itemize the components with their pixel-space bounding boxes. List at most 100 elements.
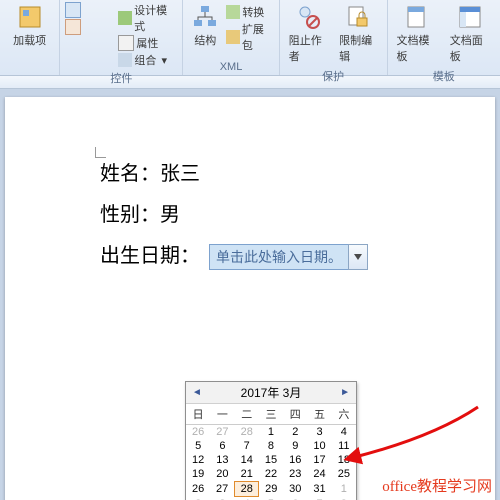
group-button[interactable]: 组合 ▾ xyxy=(118,52,177,68)
group-label-protect: 保护 xyxy=(322,66,344,84)
line-name: 姓名：张三 xyxy=(100,157,495,186)
block-authors-button[interactable]: 阻止作者 xyxy=(285,2,331,66)
calendar-day[interactable]: 12 xyxy=(186,453,210,467)
restrict-editing-button[interactable]: 限制编辑 xyxy=(335,2,381,66)
calendar-day[interactable]: 28 xyxy=(235,425,259,440)
calendar-day[interactable]: 27 xyxy=(210,482,234,497)
calendar-day[interactable]: 3 xyxy=(210,497,234,500)
calendar-day[interactable]: 9 xyxy=(283,439,307,453)
calendar-weekday: 五 xyxy=(307,404,331,425)
date-dropdown-button[interactable] xyxy=(348,244,368,270)
transform-button[interactable]: 转换 xyxy=(226,4,273,20)
ribbon-group-controls: 设计模式 属性 组合 ▾ 控件 xyxy=(60,0,183,75)
expansion-icon xyxy=(226,30,240,44)
calendar-grid: 日一二三四五六 26272812345678910111213141516171… xyxy=(186,404,356,500)
calendar-day[interactable]: 6 xyxy=(210,439,234,453)
calendar-day[interactable]: 22 xyxy=(259,467,283,482)
calendar-day[interactable]: 8 xyxy=(259,439,283,453)
calendar-day[interactable]: 15 xyxy=(259,453,283,467)
ribbon-group-xml: 结构 转换 扩展包 XML xyxy=(183,0,279,75)
calendar-day[interactable]: 8 xyxy=(332,497,356,500)
calendar-day[interactable]: 7 xyxy=(235,439,259,453)
structure-button[interactable]: 结构 xyxy=(188,2,222,50)
group-label-templates: 模板 xyxy=(433,66,455,84)
calendar-weekday: 四 xyxy=(283,404,307,425)
ribbon: 加载项 设计模式 属性 组合 ▾ 控件 结构 转换 扩展包 XML xyxy=(0,0,500,76)
structure-icon xyxy=(192,4,218,30)
calendar-day[interactable]: 26 xyxy=(186,482,210,497)
line-gender: 性别：男 xyxy=(100,198,495,227)
line-birthdate: 出生日期： 单击此处输入日期。 xyxy=(100,239,495,270)
calendar-day[interactable]: 1 xyxy=(259,425,283,440)
doc-panel-button[interactable]: 文档面板 xyxy=(446,2,495,66)
calendar-weekday: 一 xyxy=(210,404,234,425)
calendar-day[interactable]: 6 xyxy=(283,497,307,500)
restrict-icon xyxy=(345,4,371,30)
addins-label: 加载项 xyxy=(13,32,46,48)
calendar-day[interactable]: 25 xyxy=(332,467,356,482)
calendar-day[interactable]: 2 xyxy=(186,497,210,500)
calendar-day[interactable]: 13 xyxy=(210,453,234,467)
page-margin-corner xyxy=(95,147,106,158)
calendar-day[interactable]: 4 xyxy=(235,497,259,500)
design-mode-button[interactable]: 设计模式 xyxy=(118,2,177,34)
addins-button[interactable]: 加载项 xyxy=(9,2,50,50)
date-content-control[interactable]: 单击此处输入日期。 xyxy=(209,244,368,270)
combo-icon xyxy=(65,19,81,35)
calendar-day[interactable]: 7 xyxy=(307,497,331,500)
properties-button[interactable]: 属性 xyxy=(118,35,177,51)
calendar-day[interactable]: 26 xyxy=(186,425,210,440)
calendar-weekday: 日 xyxy=(186,404,210,425)
doc-template-button[interactable]: 文档模板 xyxy=(393,2,442,66)
calendar-day[interactable]: 30 xyxy=(283,482,307,497)
calendar-day[interactable]: 23 xyxy=(283,467,307,482)
calendar-day[interactable]: 31 xyxy=(307,482,331,497)
calendar-prev-button[interactable]: ◄ xyxy=(190,387,204,398)
calendar-day[interactable]: 5 xyxy=(186,439,210,453)
properties-icon xyxy=(118,35,134,51)
date-picker-popup[interactable]: ◄ 2017年 3月 ► 日一二三四五六 2627281234567891011… xyxy=(185,381,357,500)
calendar-weekday: 三 xyxy=(259,404,283,425)
calendar-day[interactable]: 17 xyxy=(307,453,331,467)
calendar-day[interactable]: 2 xyxy=(283,425,307,440)
calendar-weekday: 二 xyxy=(235,404,259,425)
calendar-day[interactable]: 28 xyxy=(235,482,259,497)
ribbon-group-protect: 阻止作者 限制编辑 保护 xyxy=(280,0,388,75)
group-label-xml: XML xyxy=(220,59,243,73)
doc-panel-icon xyxy=(457,4,483,30)
calendar-day[interactable]: 18 xyxy=(332,453,356,467)
calendar-day[interactable]: 5 xyxy=(259,497,283,500)
calendar-day[interactable]: 21 xyxy=(235,467,259,482)
controls-gallery[interactable] xyxy=(65,2,114,35)
calendar-day[interactable]: 24 xyxy=(307,467,331,482)
calendar-day[interactable]: 27 xyxy=(210,425,234,440)
calendar-day[interactable]: 29 xyxy=(259,482,283,497)
watermark-text: office教程学习网 xyxy=(382,475,492,496)
page-area: 姓名：张三 性别：男 出生日期： 单击此处输入日期。 ◄ 2017年 3月 ► … xyxy=(0,89,500,500)
richtext-icon xyxy=(65,2,81,18)
calendar-next-button[interactable]: ► xyxy=(338,387,352,398)
block-authors-icon xyxy=(295,4,321,30)
chevron-down-icon xyxy=(354,254,362,260)
calendar-weekday: 六 xyxy=(332,404,356,425)
addins-icon xyxy=(17,4,43,30)
calendar-day[interactable]: 16 xyxy=(283,453,307,467)
date-placeholder-text[interactable]: 单击此处输入日期。 xyxy=(209,244,348,270)
calendar-day[interactable]: 10 xyxy=(307,439,331,453)
expansion-pack-button[interactable]: 扩展包 xyxy=(226,21,273,53)
doc-template-icon xyxy=(404,4,430,30)
calendar-day[interactable]: 19 xyxy=(186,467,210,482)
ribbon-group-templates: 文档模板 文档面板 模板 xyxy=(388,0,500,75)
ribbon-group-addins: 加载项 xyxy=(0,0,60,75)
calendar-day[interactable]: 1 xyxy=(332,482,356,497)
calendar-day[interactable]: 20 xyxy=(210,467,234,482)
calendar-day[interactable]: 4 xyxy=(332,425,356,440)
calendar-header: ◄ 2017年 3月 ► xyxy=(186,382,356,404)
design-icon xyxy=(118,11,132,25)
calendar-title[interactable]: 2017年 3月 xyxy=(241,384,302,401)
calendar-day[interactable]: 14 xyxy=(235,453,259,467)
calendar-day[interactable]: 3 xyxy=(307,425,331,440)
group-icon xyxy=(118,53,132,67)
calendar-day[interactable]: 11 xyxy=(332,439,356,453)
toolbar-lower-edge xyxy=(0,76,500,89)
